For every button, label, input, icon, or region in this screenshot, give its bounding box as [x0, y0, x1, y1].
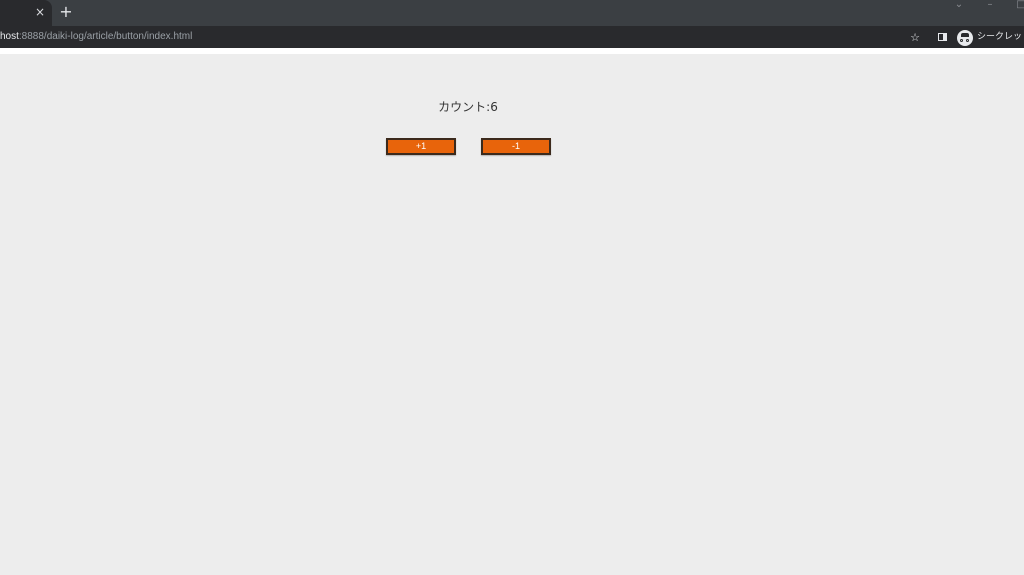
address-bar[interactable]: host:8888/daiki-log/article/button/index…: [0, 28, 1024, 46]
count-label: カウント:: [438, 100, 491, 114]
count-display: カウント:6: [0, 98, 936, 115]
new-tab-button[interactable]: +: [58, 3, 74, 21]
increment-button[interactable]: +1: [386, 138, 456, 155]
tab-close-icon[interactable]: ×: [33, 5, 47, 19]
url-path: :8888/daiki-log/article/button/index.htm…: [18, 31, 193, 42]
incognito-icon[interactable]: [957, 30, 973, 46]
page-viewport: カウント:6 +1 -1: [0, 54, 1024, 575]
count-value: 6: [490, 100, 498, 114]
url-text[interactable]: host:8888/daiki-log/article/button/index…: [0, 28, 192, 46]
url-host: host: [0, 31, 19, 42]
decrement-button[interactable]: -1: [481, 138, 551, 155]
browser-toolbar: host:8888/daiki-log/article/button/index…: [0, 26, 1024, 48]
incognito-label[interactable]: シークレット（2: [977, 28, 1024, 46]
side-panel-icon[interactable]: [938, 33, 947, 41]
bookmark-star-icon[interactable]: ☆: [908, 31, 922, 45]
active-tab[interactable]: ×: [0, 0, 52, 26]
maximize-icon[interactable]: □: [1014, 0, 1024, 12]
tab-strip: × + ⌄ – □: [0, 0, 1024, 26]
minimize-icon[interactable]: –: [983, 0, 997, 12]
tab-search-icon[interactable]: ⌄: [952, 0, 966, 12]
